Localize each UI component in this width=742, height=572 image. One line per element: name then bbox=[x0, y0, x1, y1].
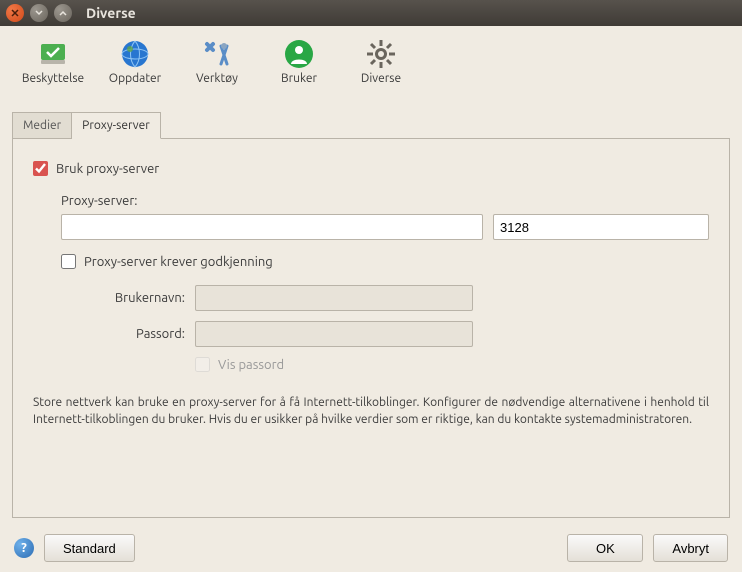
gear-icon bbox=[365, 38, 397, 70]
window-title: Diverse bbox=[86, 5, 136, 21]
password-label: Passord: bbox=[61, 327, 195, 341]
window-minimize-button[interactable] bbox=[30, 4, 48, 22]
toolbar: Beskyttelse Oppdater Verktøy Bruker Dive… bbox=[0, 26, 742, 93]
toolbar-label: Bruker bbox=[281, 72, 317, 85]
proxy-port-input[interactable] bbox=[493, 214, 709, 240]
toolbar-label: Beskyttelse bbox=[22, 72, 84, 85]
tools-icon bbox=[201, 38, 233, 70]
proxy-host-input[interactable] bbox=[61, 214, 483, 240]
use-proxy-label: Bruk proxy-server bbox=[56, 162, 159, 176]
toolbar-label: Diverse bbox=[361, 72, 401, 85]
username-label: Brukernavn: bbox=[61, 291, 195, 305]
person-icon bbox=[283, 38, 315, 70]
toolbar-diverse[interactable]: Diverse bbox=[344, 34, 418, 89]
bottom-bar: ? Standard OK Avbryt bbox=[0, 524, 742, 572]
toolbar-label: Oppdater bbox=[109, 72, 161, 85]
shield-check-icon bbox=[37, 38, 69, 70]
proxy-auth-checkbox[interactable] bbox=[61, 254, 76, 269]
toolbar-label: Verktøy bbox=[196, 72, 238, 85]
tab-bar: Medier Proxy-server bbox=[12, 111, 730, 138]
toolbar-tools[interactable]: Verktøy bbox=[180, 34, 254, 89]
help-icon[interactable]: ? bbox=[14, 538, 34, 558]
standard-button[interactable]: Standard bbox=[44, 534, 135, 562]
use-proxy-checkbox[interactable] bbox=[33, 161, 48, 176]
toolbar-update[interactable]: Oppdater bbox=[98, 34, 172, 89]
ok-button[interactable]: OK bbox=[567, 534, 643, 562]
show-password-checkbox bbox=[195, 357, 210, 372]
toolbar-protection[interactable]: Beskyttelse bbox=[16, 34, 90, 89]
password-input[interactable] bbox=[195, 321, 473, 347]
cancel-button[interactable]: Avbryt bbox=[653, 534, 728, 562]
globe-icon bbox=[119, 38, 151, 70]
proxy-panel: Bruk proxy-server Proxy-server: Proxy-se… bbox=[12, 138, 730, 518]
show-password-label: Vis passord bbox=[218, 358, 284, 372]
titlebar: Diverse bbox=[0, 0, 742, 26]
username-input[interactable] bbox=[195, 285, 473, 311]
tab-medier[interactable]: Medier bbox=[12, 112, 72, 139]
window-maximize-button[interactable] bbox=[54, 4, 72, 22]
proxy-server-label: Proxy-server: bbox=[61, 194, 709, 208]
tab-proxy-server[interactable]: Proxy-server bbox=[72, 112, 161, 139]
toolbar-user[interactable]: Bruker bbox=[262, 34, 336, 89]
help-text: Store nettverk kan bruke en proxy-server… bbox=[33, 394, 709, 429]
window-close-button[interactable] bbox=[6, 4, 24, 22]
proxy-auth-label: Proxy-server krever godkjenning bbox=[84, 255, 273, 269]
